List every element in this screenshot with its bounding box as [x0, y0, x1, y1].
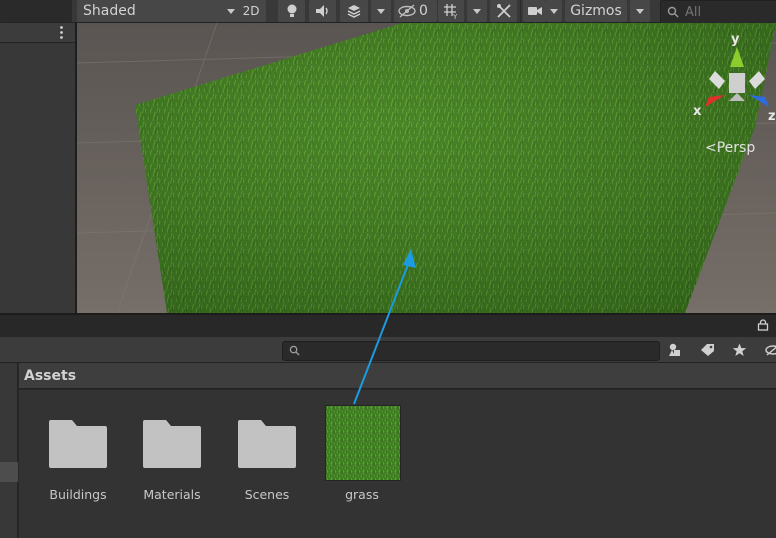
- drag-arrow-annotation: [353, 249, 416, 405]
